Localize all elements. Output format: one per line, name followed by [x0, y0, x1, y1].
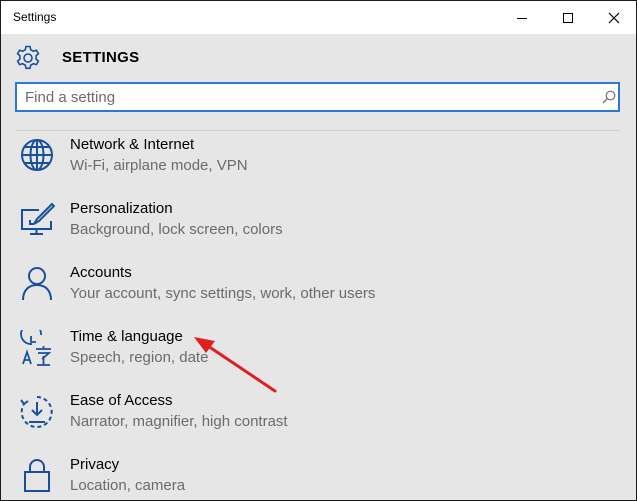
settings-item-time-language[interactable]: Time & language Speech, region, date [1, 328, 636, 392]
person-icon [22, 267, 52, 301]
divider [15, 130, 620, 131]
settings-item-ease-of-access[interactable]: Ease of Access Narrator, magnifier, high… [1, 392, 636, 456]
settings-item-description: Narrator, magnifier, high contrast [70, 413, 288, 430]
settings-item-label: Network & Internet [70, 136, 195, 153]
page-title: SETTINGS [62, 49, 140, 66]
settings-item-network[interactable]: Network & Internet Wi-Fi, airplane mode,… [1, 136, 636, 200]
close-icon [608, 12, 620, 23]
settings-item-description: Your account, sync settings, work, other… [70, 285, 376, 302]
settings-item-label: Privacy [70, 456, 120, 473]
settings-item-description: Background, lock screen, colors [70, 221, 283, 238]
settings-item-privacy[interactable]: Privacy Location, camera [1, 456, 636, 500]
search-icon[interactable] [601, 89, 617, 105]
gear-icon [16, 45, 40, 70]
lock-icon [24, 459, 50, 492]
settings-item-description: Location, camera [70, 477, 186, 494]
settings-item-personalization[interactable]: Personalization Background, lock screen,… [1, 200, 636, 264]
minimize-button[interactable] [499, 1, 545, 34]
maximize-button[interactable] [545, 1, 591, 34]
search-box[interactable] [15, 82, 620, 112]
time-language-icon [20, 330, 52, 366]
search-input[interactable] [25, 87, 585, 107]
settings-item-label: Accounts [70, 264, 132, 281]
settings-item-description: Wi-Fi, airplane mode, VPN [70, 157, 248, 174]
settings-item-description: Speech, region, date [70, 349, 209, 366]
settings-item-label: Ease of Access [70, 392, 173, 409]
close-button[interactable] [591, 1, 636, 34]
settings-item-label: Personalization [70, 200, 173, 217]
ease-of-access-icon [20, 396, 53, 428]
personalization-icon [21, 202, 55, 235]
settings-window: Settings SETTINGS Find a setting Network… [0, 0, 637, 501]
settings-item-accounts[interactable]: Accounts Your account, sync settings, wo… [1, 264, 636, 328]
minimize-icon [517, 17, 527, 19]
title-bar: Settings [1, 1, 636, 34]
settings-header: SETTINGS [1, 34, 636, 80]
window-title: Settings [13, 10, 57, 24]
settings-item-label: Time & language [70, 328, 183, 345]
globe-icon [21, 139, 53, 171]
maximize-icon [563, 12, 573, 23]
